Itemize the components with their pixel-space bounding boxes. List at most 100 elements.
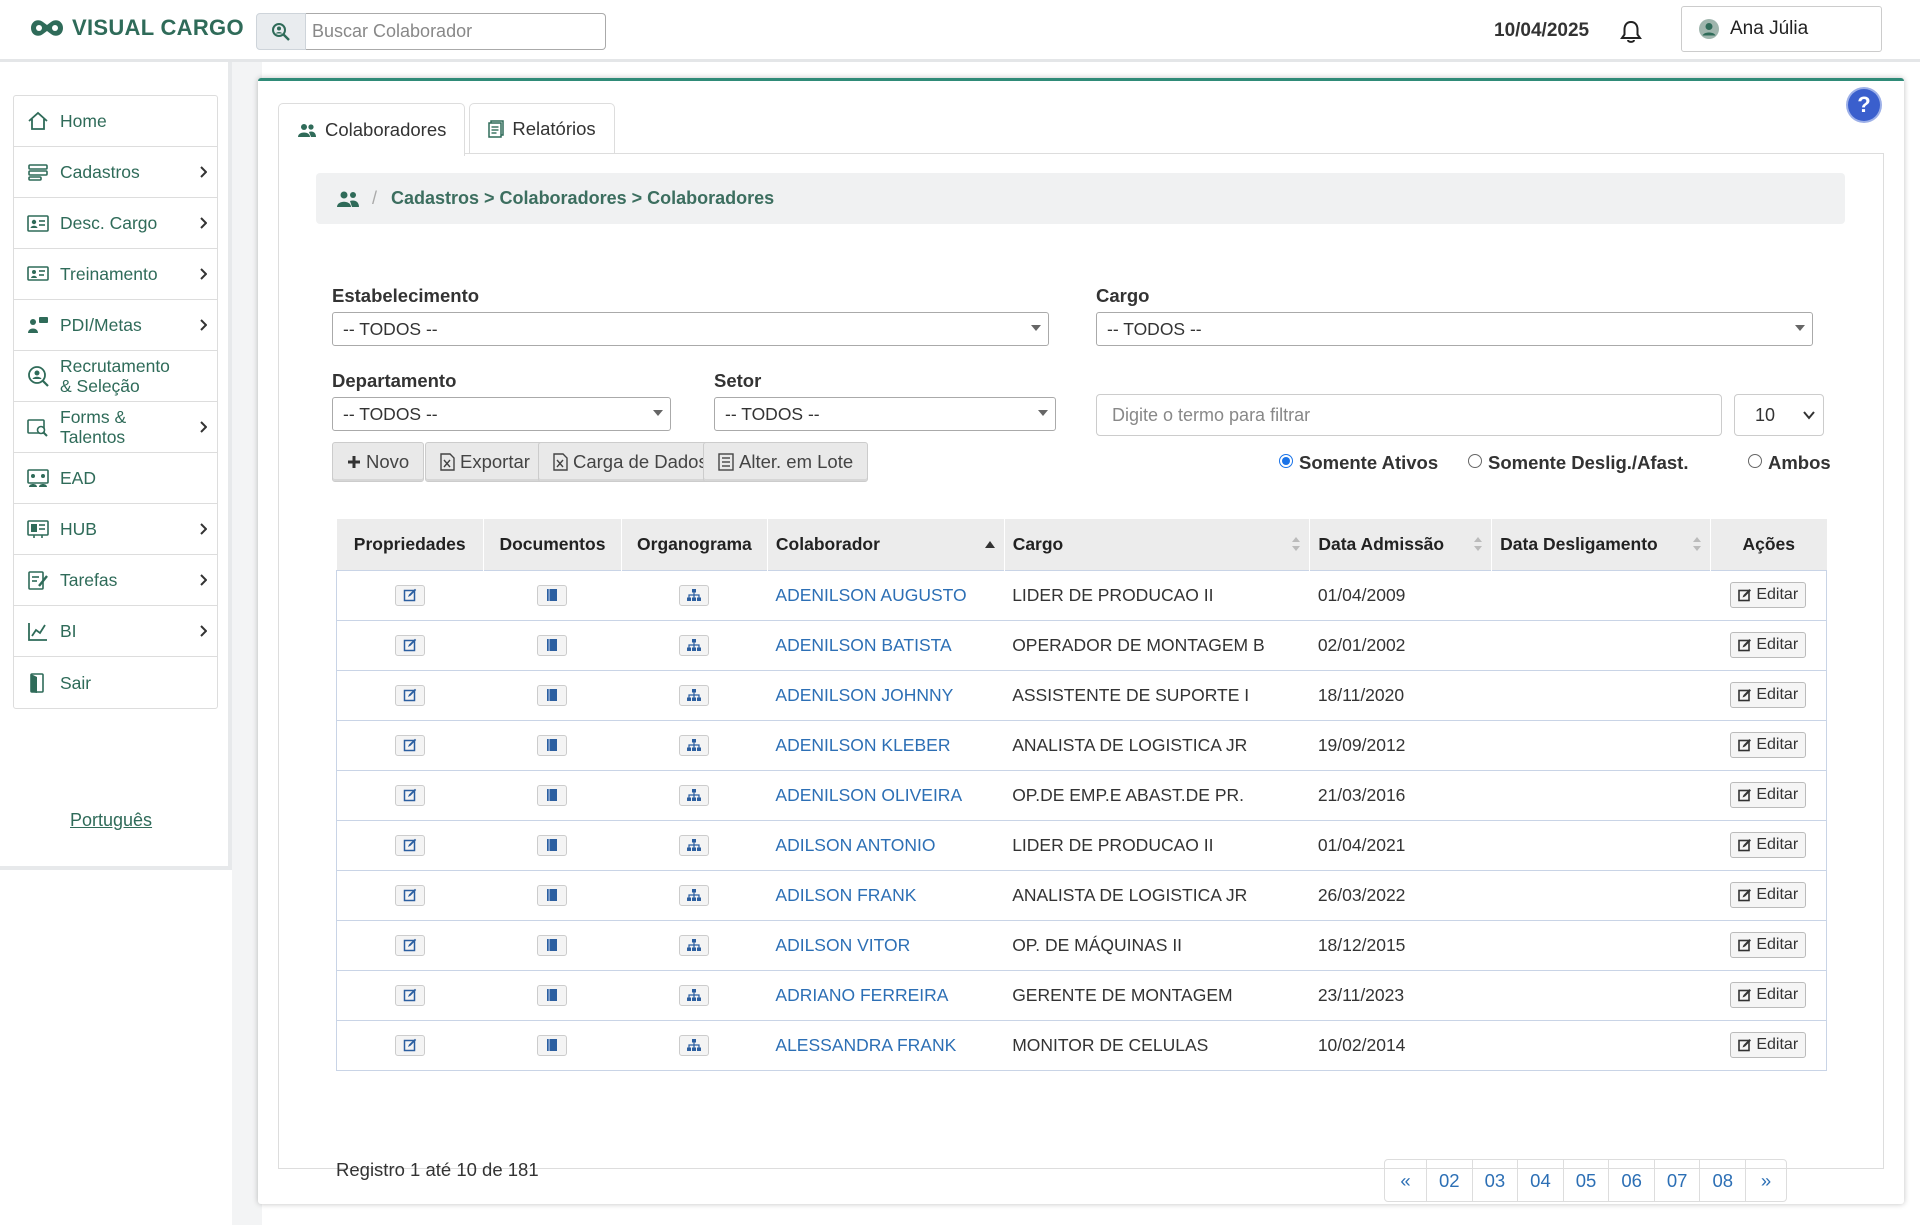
document-book-icon[interactable]	[537, 784, 568, 806]
term-filter-input[interactable]: Digite o termo para filtrar	[1096, 394, 1722, 436]
sidebar-item-treinamento[interactable]: Treinamento	[14, 249, 217, 300]
radio-somente-ativos[interactable]: Somente Ativos	[1279, 452, 1438, 474]
document-book-icon[interactable]	[537, 584, 568, 606]
alter-lote-button[interactable]: Alter. em Lote	[703, 442, 869, 482]
radio-somente-deslig[interactable]: Somente Deslig./Afast.	[1468, 452, 1688, 474]
table-row[interactable]: ADENILSON BATISTA OPERADOR DE MONTAGEM B0…	[336, 619, 1827, 670]
table-row[interactable]: ALESSANDRA FRANK MONITOR DE CELULAS 10/02/…	[336, 1019, 1827, 1071]
page-size-select[interactable]: 10	[1734, 394, 1824, 436]
edit-button[interactable]: Editar	[1730, 832, 1807, 858]
edit-button[interactable]: Editar	[1730, 932, 1807, 958]
pagination-page[interactable]: 02	[1426, 1160, 1472, 1201]
col-header-admissao[interactable]: Data Admissão	[1309, 519, 1492, 570]
col-header-cargo[interactable]: Cargo	[1003, 519, 1310, 570]
document-book-icon[interactable]	[537, 734, 568, 756]
language-link[interactable]: Português	[70, 810, 152, 831]
org-chart-icon[interactable]	[679, 684, 710, 706]
document-book-icon[interactable]	[537, 884, 568, 906]
colaborador-link[interactable]: ADILSON ANTONIO	[775, 835, 935, 855]
table-row[interactable]: ADENILSON AUGUSTO LIDER DE PRODUCAO II 01/…	[336, 569, 1827, 620]
org-chart-icon[interactable]	[679, 584, 710, 606]
table-row[interactable]: ADRIANO FERREIRA GERENTE DE MONTAGEM 23/11…	[336, 969, 1827, 1020]
sidebar-item-forms-talentos[interactable]: Forms & Talentos	[14, 402, 217, 453]
sidebar-item-cadastros[interactable]: Cadastros	[14, 147, 217, 198]
colaborador-link[interactable]: ADRIANO FERREIRA	[775, 985, 948, 1005]
properties-edit-icon[interactable]	[395, 934, 426, 956]
sidebar-item-recrutamento[interactable]: Recrutamento & Seleção	[14, 351, 217, 402]
colaborador-link[interactable]: ADENILSON BATISTA	[775, 635, 951, 655]
document-book-icon[interactable]	[537, 634, 568, 656]
search-button[interactable]	[256, 13, 306, 50]
edit-button[interactable]: Editar	[1730, 882, 1807, 908]
document-book-icon[interactable]	[537, 684, 568, 706]
pagination-prev[interactable]: «	[1385, 1160, 1426, 1201]
org-chart-icon[interactable]	[679, 1034, 710, 1056]
properties-edit-icon[interactable]	[395, 734, 426, 756]
table-row[interactable]: ADILSON VITOR OP. DE MÁQUINAS II 18/12/201…	[336, 919, 1827, 970]
properties-edit-icon[interactable]	[395, 834, 426, 856]
table-row[interactable]: ADENILSON JOHNNY ASSISTENTE DE SUPORTE I1…	[336, 669, 1827, 720]
colaborador-link[interactable]: ADENILSON OLIVEIRA	[775, 785, 962, 805]
pagination-page[interactable]: 07	[1653, 1160, 1700, 1201]
table-row[interactable]: ADILSON FRANK ANALISTA DE LOGISTICA JR 26/…	[336, 869, 1827, 920]
org-chart-icon[interactable]	[679, 884, 710, 906]
pagination-page[interactable]: 06	[1608, 1160, 1654, 1201]
document-book-icon[interactable]	[537, 1034, 568, 1056]
sidebar-item-hub[interactable]: HUB	[14, 504, 217, 555]
edit-button[interactable]: Editar	[1730, 782, 1807, 808]
sidebar-item-sair[interactable]: Sair	[14, 657, 217, 708]
org-chart-icon[interactable]	[679, 734, 710, 756]
sidebar-item-tarefas[interactable]: Tarefas	[14, 555, 217, 606]
novo-button[interactable]: Novo	[332, 442, 425, 482]
radio-ambos[interactable]: Ambos	[1748, 452, 1831, 474]
cargo-select[interactable]: -- TODOS --	[1096, 312, 1813, 346]
table-row[interactable]: ADENILSON OLIVEIRA OP.DE EMP.E ABAST.DE P…	[336, 769, 1827, 820]
document-book-icon[interactable]	[537, 934, 568, 956]
document-book-icon[interactable]	[537, 834, 568, 856]
edit-button[interactable]: Editar	[1730, 732, 1807, 758]
properties-edit-icon[interactable]	[395, 984, 426, 1006]
edit-button[interactable]: Editar	[1730, 682, 1807, 708]
colaborador-link[interactable]: ADILSON FRANK	[775, 885, 916, 905]
properties-edit-icon[interactable]	[395, 884, 426, 906]
org-chart-icon[interactable]	[679, 784, 710, 806]
table-row[interactable]: ADILSON ANTONIO LIDER DE PRODUCAO II 01/04…	[336, 819, 1827, 870]
properties-edit-icon[interactable]	[395, 1034, 426, 1056]
properties-edit-icon[interactable]	[395, 634, 426, 656]
edit-button[interactable]: Editar	[1730, 582, 1807, 608]
org-chart-icon[interactable]	[679, 984, 710, 1006]
departamento-select[interactable]: -- TODOS --	[332, 397, 671, 431]
org-chart-icon[interactable]	[679, 834, 710, 856]
colaborador-link[interactable]: ADENILSON KLEBER	[775, 735, 950, 755]
org-chart-icon[interactable]	[679, 634, 710, 656]
sidebar-item-desc-cargo[interactable]: Desc. Cargo	[14, 198, 217, 249]
pagination-page[interactable]: 03	[1471, 1160, 1518, 1201]
help-icon[interactable]: ?	[1848, 89, 1880, 121]
pagination-page[interactable]: 05	[1562, 1160, 1609, 1201]
colaborador-link[interactable]: ALESSANDRA FRANK	[775, 1035, 956, 1055]
carga-dados-button[interactable]: Carga de Dados	[538, 442, 723, 482]
notifications-bell-icon[interactable]	[1618, 19, 1644, 50]
colaborador-link[interactable]: ADENILSON AUGUSTO	[775, 585, 966, 605]
col-header-colaborador[interactable]: Colaborador	[766, 519, 1005, 570]
properties-edit-icon[interactable]	[395, 684, 426, 706]
exportar-button[interactable]: Exportar	[425, 442, 545, 482]
colaborador-link[interactable]: ADENILSON JOHNNY	[775, 685, 953, 705]
table-row[interactable]: ADENILSON KLEBER ANALISTA DE LOGISTICA JR…	[336, 719, 1827, 770]
sidebar-item-bi[interactable]: BI	[14, 606, 217, 657]
tab-colaboradores[interactable]: Colaboradores	[278, 103, 466, 156]
edit-button[interactable]: Editar	[1730, 1032, 1807, 1058]
sidebar-item-home[interactable]: Home	[14, 96, 217, 147]
setor-select[interactable]: -- TODOS --	[714, 397, 1056, 431]
edit-button[interactable]: Editar	[1730, 982, 1807, 1008]
colaborador-link[interactable]: ADILSON VITOR	[775, 935, 910, 955]
properties-edit-icon[interactable]	[395, 784, 426, 806]
col-header-desligamento[interactable]: Data Desligamento	[1491, 519, 1711, 570]
properties-edit-icon[interactable]	[395, 584, 426, 606]
user-menu[interactable]: Ana Júlia	[1681, 6, 1882, 52]
pagination-page[interactable]: 08	[1699, 1160, 1745, 1201]
app-logo[interactable]: VISUAL CARGO	[28, 15, 244, 41]
tab-relatorios[interactable]: Relatórios	[469, 103, 615, 154]
search-input[interactable]	[306, 13, 606, 50]
edit-button[interactable]: Editar	[1730, 632, 1807, 658]
